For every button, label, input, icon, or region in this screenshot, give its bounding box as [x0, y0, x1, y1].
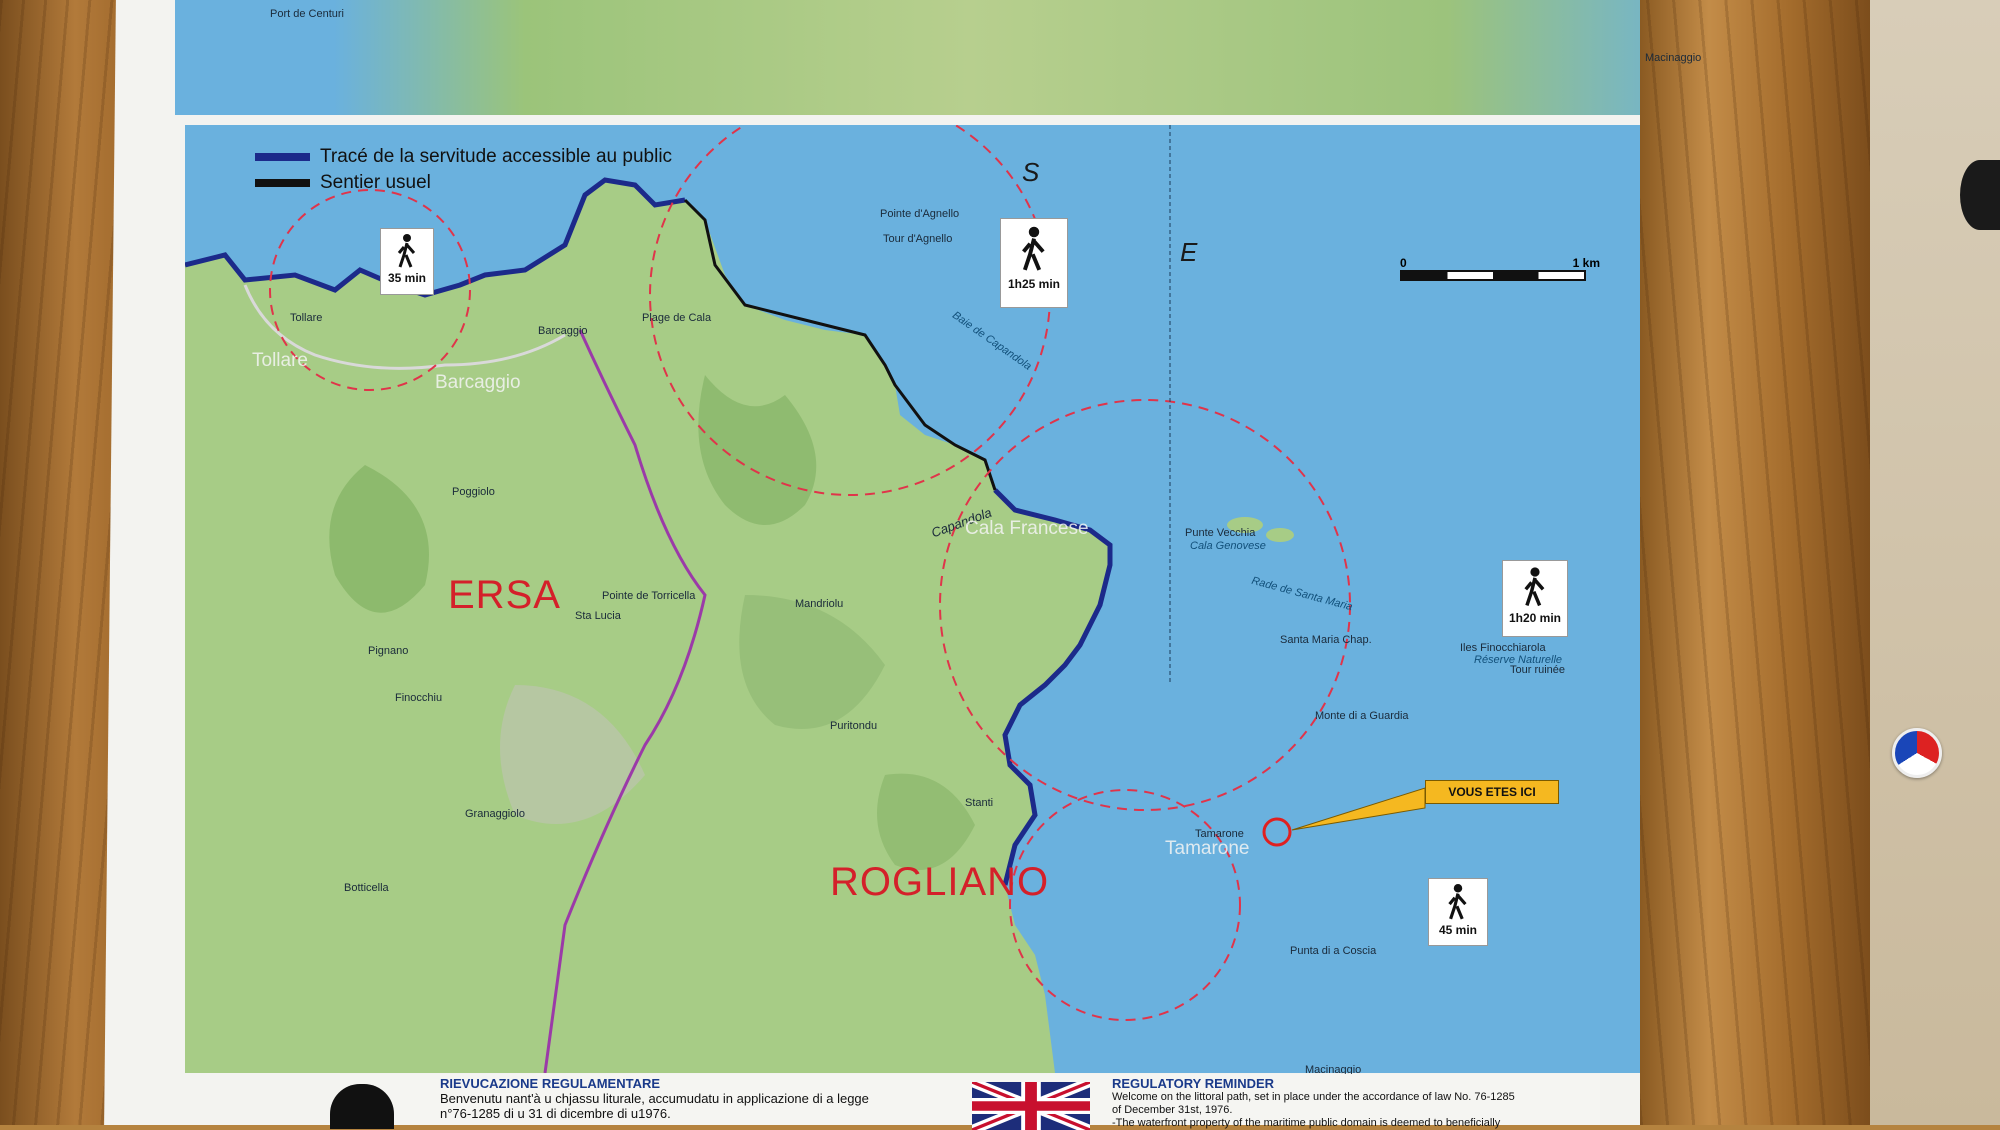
- place-macinaggio-top: Macinaggio: [1645, 52, 1702, 64]
- place-pignano: Pignano: [368, 645, 409, 657]
- hike-time-label-4: 45 min: [1438, 923, 1477, 937]
- you-are-here-pointer: [1291, 787, 1426, 831]
- legend-swatch-usual-path: [255, 179, 310, 187]
- place-tour-ruinee: Tour ruinée: [1510, 664, 1566, 676]
- uk-flag-icon: [972, 1082, 1090, 1130]
- hike-time-badge-2: 1h25 min: [1000, 218, 1068, 308]
- scale-end-label: 1 km: [1572, 256, 1600, 270]
- compass-letter-e: E: [1180, 237, 1198, 267]
- regulatory-footer: RIEVUCAZIONE REGULAMENTARE Benvenutu nan…: [330, 1074, 1600, 1130]
- hike-time-label-3: 1h20 min: [1508, 611, 1562, 625]
- hiker-icon: [1448, 884, 1467, 920]
- place-pointe-torricella: Pointe de Torricella: [602, 590, 696, 602]
- compass-letter-s: S: [1022, 157, 1040, 187]
- hike-time-label-2: 1h25 min: [1007, 277, 1061, 291]
- legend-item-easement: Tracé de la servitude accessible au publ…: [255, 144, 672, 170]
- hiker-icon: [1022, 226, 1045, 271]
- hike-time-badge-3: 1h20 min: [1502, 560, 1568, 637]
- commune-label-ersa: ERSA: [448, 573, 561, 617]
- tricolor-sticker-icon: [1892, 728, 1942, 778]
- place-plage-cala: Plage de Cala: [642, 312, 712, 324]
- island-finocchiarola-2: [1266, 528, 1294, 542]
- place-barcaggio: Barcaggio: [538, 325, 588, 337]
- map-divider: [175, 115, 1765, 123]
- place-cala-francese: Cala Francese: [965, 518, 1089, 539]
- legend-item-usual-path: Sentier usuel: [255, 170, 672, 196]
- place-tollare: Tollare: [290, 312, 323, 324]
- place-punta-vecchia: Punte Vecchia: [1185, 527, 1256, 539]
- place-tour-agnello: Tour d'Agnello: [883, 233, 953, 245]
- hike-time-badge-4: 45 min: [1428, 878, 1488, 946]
- scale-labels: 0 1 km: [1400, 256, 1600, 270]
- footer-english-line-3: -The waterfront property of the maritime…: [1112, 1117, 1501, 1129]
- commune-label-rogliano: ROGLIANO: [830, 860, 1050, 904]
- place-mandriolu: Mandriolu: [795, 598, 844, 610]
- place-barcaggio-big: Barcaggio: [435, 372, 521, 393]
- place-port-centuri: Port de Centuri: [270, 8, 344, 20]
- legend-label-usual-path: Sentier usuel: [320, 172, 431, 193]
- legend-label-easement: Tracé de la servitude accessible au publ…: [320, 146, 673, 167]
- corsican-moor-head-logo: [330, 1084, 394, 1129]
- footer-english-line-2: of December 31st, 1976.: [1112, 1104, 1233, 1116]
- place-finocchiu: Finocchiu: [395, 692, 443, 704]
- walk-zone-4: [1009, 789, 1241, 1021]
- map-legend: Tracé de la servitude accessible au publ…: [255, 144, 672, 196]
- footer-english-title: REGULATORY REMINDER: [1112, 1076, 1275, 1091]
- place-botticella: Botticella: [344, 882, 389, 894]
- wood-frame-right: [1640, 0, 1870, 1125]
- place-tollare-big: Tollare: [252, 350, 308, 371]
- place-santa-maria: Santa Maria Chap.: [1280, 634, 1372, 646]
- place-pointe-agnello: Pointe d'Agnello: [880, 208, 960, 220]
- place-stanti: Stanti: [965, 797, 994, 809]
- scale-bar: [1400, 270, 1586, 281]
- footer-english-line-1: Welcome on the littoral path, set in pla…: [1112, 1091, 1515, 1103]
- place-monte-guardia: Monte di a Guardia: [1315, 710, 1409, 722]
- place-puritondu: Puritondu: [830, 720, 878, 732]
- you-are-here-label: VOUS ETES ICI: [1425, 780, 1559, 804]
- mounting-bolt: [1960, 160, 2000, 230]
- hike-time-label-1: 35 min: [387, 271, 426, 285]
- hike-time-badge-1: 35 min: [380, 228, 434, 295]
- place-tamarone-big: Tamarone: [1165, 838, 1250, 859]
- place-granaggiolo: Granaggiolo: [465, 808, 525, 820]
- place-cala-genovese: Cala Genovese: [1190, 540, 1266, 552]
- you-are-here-circle: [1262, 817, 1292, 847]
- map-scale: 0 1 km: [1400, 256, 1600, 281]
- place-poggiolo: Poggiolo: [452, 486, 495, 498]
- place-iles-finocchiarola: Iles Finocchiarola: [1460, 642, 1546, 654]
- hiker-icon: [397, 234, 416, 268]
- legend-swatch-easement: [255, 153, 310, 161]
- scale-start-label: 0: [1400, 256, 1407, 270]
- footer-english-block: REGULATORY REMINDER Welcome on the litto…: [1112, 1076, 1592, 1130]
- place-punta-coscia: Punta di a Coscia: [1290, 945, 1377, 957]
- hiker-icon: [1524, 567, 1545, 607]
- place-sta-lucia: Sta Lucia: [575, 610, 621, 622]
- top-map-strip: Port de Centuri Macinaggio: [175, 0, 1765, 115]
